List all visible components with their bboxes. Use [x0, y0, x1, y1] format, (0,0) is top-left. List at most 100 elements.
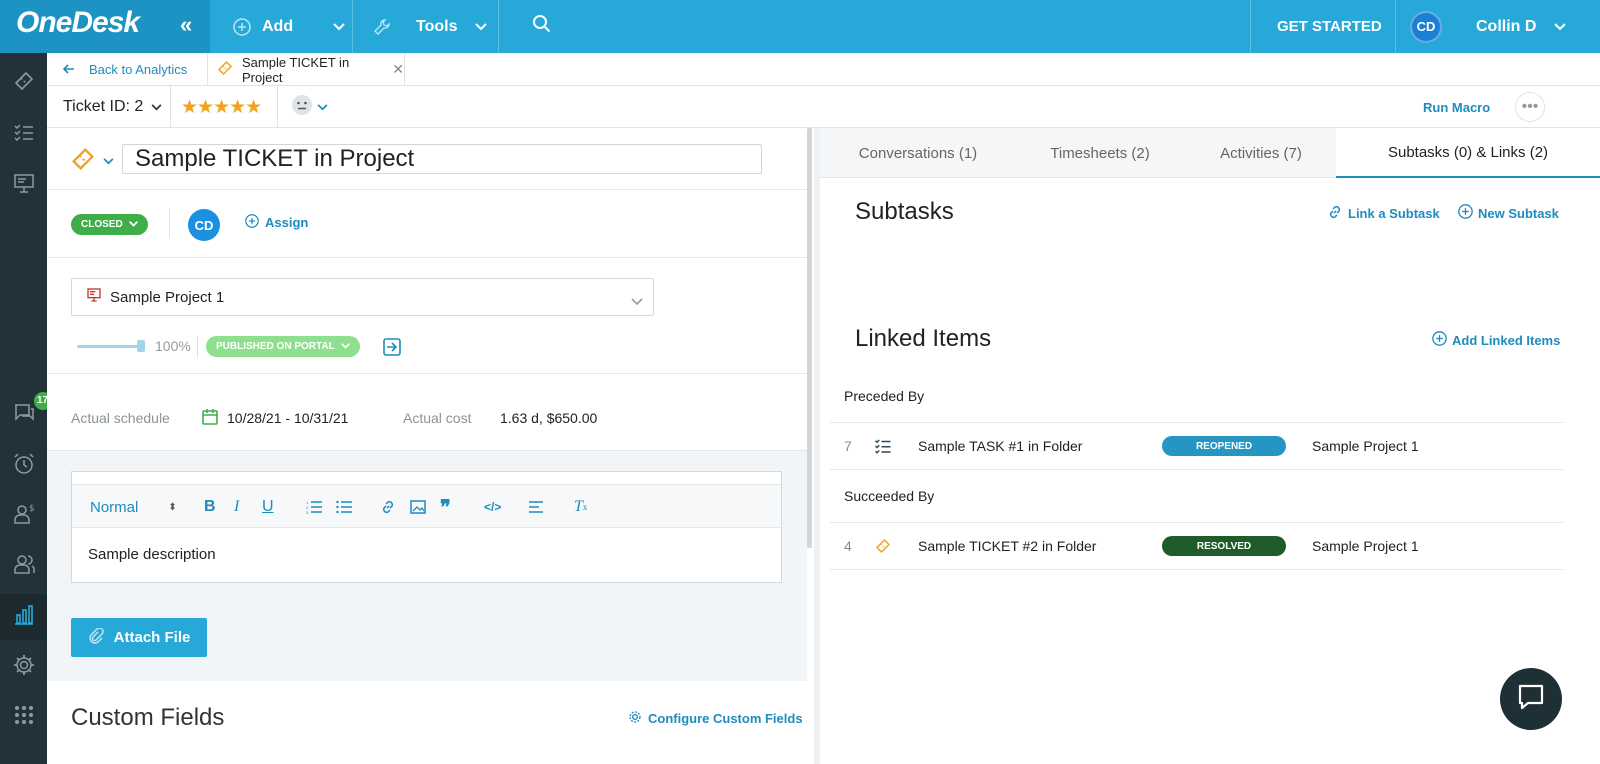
gear-icon [12, 653, 36, 682]
chat-widget-button[interactable] [1500, 668, 1562, 730]
schedule-section: Actual schedule 10/28/21 - 10/31/21 Actu… [47, 374, 807, 451]
assignee-avatar[interactable]: CD [188, 209, 220, 241]
search-button[interactable] [532, 0, 552, 53]
link-icon[interactable] [380, 485, 396, 529]
ordered-list-icon[interactable]: 123 [306, 485, 322, 529]
configure-custom-fields-link[interactable]: Configure Custom Fields [627, 709, 803, 728]
chevron-down-icon[interactable] [103, 152, 114, 170]
cost-value: 1.63 d, $650.00 [500, 410, 598, 426]
nav-projects[interactable] [0, 162, 47, 208]
close-tab-icon[interactable]: ✕ [392, 61, 404, 78]
item-project: Sample Project 1 [1312, 438, 1419, 454]
nav-settings[interactable] [0, 644, 47, 690]
ticket-icon [216, 59, 234, 80]
align-icon[interactable] [528, 485, 544, 529]
link-subtask-button[interactable]: Link a Subtask [1327, 204, 1440, 223]
arrow-left-icon [62, 62, 75, 77]
project-section: Sample Project 1 100% PUBLISHED ON PORTA… [47, 258, 807, 374]
underline-icon[interactable]: U [262, 485, 274, 529]
new-subtask-label: New Subtask [1478, 205, 1559, 221]
format-select[interactable]: Normal ⬍ [90, 485, 177, 529]
nav-messages[interactable]: 17 [0, 391, 52, 437]
chevron-down-icon [475, 18, 488, 36]
status-badge[interactable]: CLOSED [71, 214, 148, 235]
progress-slider-track[interactable] [77, 345, 141, 348]
ticket-type-icon[interactable] [69, 145, 97, 178]
left-pane-scrollbar[interactable] [807, 128, 812, 548]
nav-apps[interactable] [0, 694, 47, 740]
succeeded-by-label: Succeeded By [844, 488, 935, 504]
checklist-icon [12, 120, 36, 149]
tools-menu[interactable]: Tools [372, 0, 488, 53]
item-name: Sample TICKET #2 in Folder [918, 538, 1097, 554]
status-badge: RESOLVED [1162, 536, 1286, 556]
code-icon[interactable]: </> [484, 485, 501, 529]
alarm-clock-icon [12, 452, 36, 481]
top-bar: OneDesk « Add Tools GET STARTED CD Colli… [0, 0, 1600, 53]
ticket-detail-pane: Sample TICKET in Project CLOSED CD Assig… [47, 128, 807, 764]
add-linked-items-button[interactable]: Add Linked Items [1432, 331, 1560, 349]
portal-status-badge[interactable]: PUBLISHED ON PORTAL [206, 336, 360, 357]
description-text[interactable]: Sample description [88, 546, 216, 563]
add-linked-label: Add Linked Items [1452, 332, 1561, 348]
bold-icon[interactable]: B [204, 485, 216, 529]
new-subtask-button[interactable]: New Subtask [1458, 204, 1559, 222]
nav-users[interactable] [0, 543, 47, 589]
nav-customers[interactable]: $ [0, 493, 47, 539]
tab-timesheets[interactable]: Timesheets (2) [1038, 128, 1162, 178]
more-options-icon[interactable]: ••• [1515, 92, 1545, 122]
nav-timers[interactable] [0, 443, 47, 489]
run-macro-button[interactable]: Run Macro [1423, 86, 1490, 128]
back-to-analytics-link[interactable]: Back to Analytics [62, 53, 187, 86]
plus-circle-icon [1458, 204, 1473, 222]
detail-tabs: Conversations (1) Timesheets (2) Activit… [820, 128, 1600, 178]
quote-icon[interactable]: ❞ [440, 485, 451, 529]
progress-slider-handle[interactable] [137, 340, 145, 352]
paperclip-icon [88, 626, 104, 648]
open-portal-icon[interactable] [383, 338, 401, 361]
plus-circle-icon [245, 214, 259, 231]
bullet-list-icon[interactable] [336, 485, 352, 529]
project-select[interactable]: Sample Project 1 [71, 278, 654, 316]
linked-item-row[interactable]: 7 Sample TASK #1 in Folder REOPENED Samp… [830, 422, 1564, 470]
user-name: Collin D [1476, 17, 1537, 35]
assign-button[interactable]: Assign [245, 214, 308, 231]
image-icon[interactable] [410, 485, 426, 529]
star-rating[interactable]: ★★★★★ [181, 86, 262, 128]
ticket-id-dropdown[interactable]: Ticket ID: 2 [63, 86, 162, 128]
user-menu[interactable]: CD Collin D [1410, 0, 1567, 53]
user-dollar-icon: $ [12, 502, 36, 531]
subtasks-heading: Subtasks [855, 198, 954, 225]
tab-ticket[interactable]: Sample TICKET in Project ✕ [207, 53, 405, 86]
attach-label: Attach File [113, 629, 191, 646]
nav-analytics[interactable] [0, 594, 47, 640]
nav-tasks[interactable] [0, 111, 47, 157]
nav-tickets[interactable] [0, 60, 47, 106]
satisfaction-dropdown[interactable] [291, 86, 328, 128]
chevron-down-icon [1554, 18, 1567, 36]
project-label: Sample Project 1 [110, 288, 225, 306]
attach-file-button[interactable]: Attach File [71, 618, 207, 657]
tab-activities[interactable]: Activities (7) [1204, 128, 1318, 178]
collapse-sidebar-icon[interactable]: « [180, 12, 192, 38]
search-icon [532, 14, 552, 39]
get-started-button[interactable]: GET STARTED [1277, 0, 1382, 53]
item-id: 7 [844, 438, 852, 454]
chevron-down-icon [631, 293, 643, 310]
clear-format-icon[interactable]: Tx [574, 485, 587, 529]
italic-icon[interactable]: I [234, 485, 239, 529]
tabs-row: Back to Analytics Sample TICKET in Proje… [47, 53, 1600, 86]
app-logo[interactable]: OneDesk [16, 6, 140, 40]
grid-icon [12, 703, 36, 732]
schedule-value[interactable]: 10/28/21 - 10/31/21 [227, 410, 348, 426]
bar-chart-icon [12, 603, 36, 632]
ticket-title-input[interactable]: Sample TICKET in Project [122, 144, 762, 174]
linked-item-row[interactable]: 4 Sample TICKET #2 in Folder RESOLVED Sa… [830, 522, 1564, 570]
gear-icon [627, 709, 643, 728]
add-menu[interactable]: Add [232, 0, 345, 53]
tab-conversations[interactable]: Conversations (1) [844, 128, 992, 178]
logo-area: OneDesk « [0, 0, 210, 53]
plus-circle-icon [232, 17, 252, 37]
tab-subtasks-links[interactable]: Subtasks (0) & Links (2) [1336, 128, 1600, 178]
chevron-down-icon [128, 219, 138, 230]
